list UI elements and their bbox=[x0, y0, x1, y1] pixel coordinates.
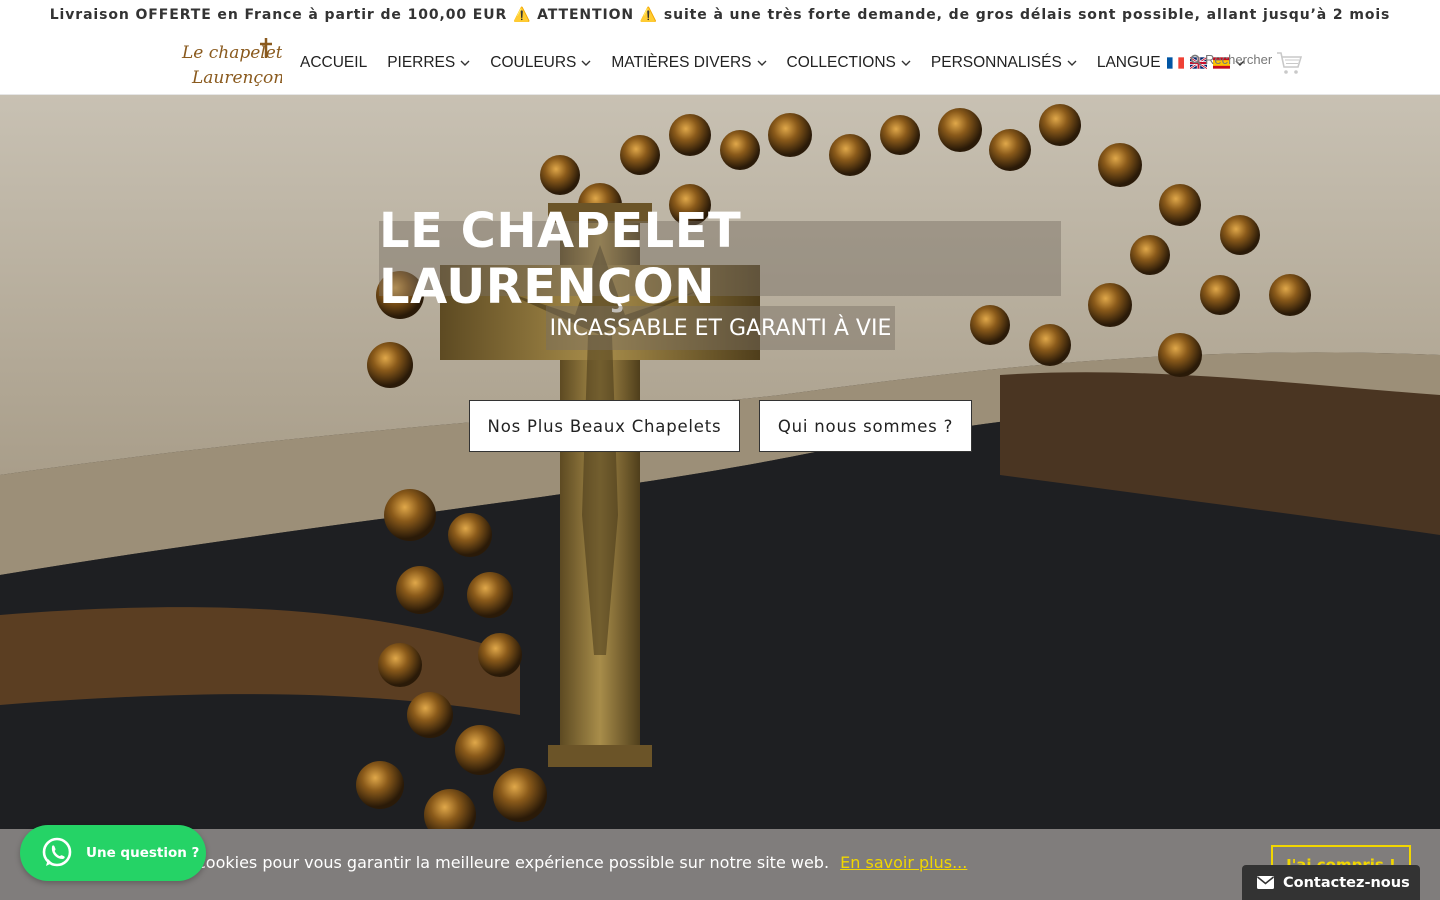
whatsapp-icon bbox=[42, 837, 72, 867]
nav-item-accueil[interactable]: ACCUEIL bbox=[300, 54, 367, 72]
announcement-bar: Livraison OFFERTE en France à partir de … bbox=[0, 0, 1440, 30]
cookie-message: cookies pour vous garantir la meilleure … bbox=[197, 853, 968, 872]
chevron-down-icon bbox=[901, 60, 911, 66]
chevron-down-icon bbox=[1067, 60, 1077, 66]
envelope-icon bbox=[1257, 876, 1274, 889]
cookie-banner: cookies pour vous garantir la meilleure … bbox=[0, 829, 1440, 900]
chevron-down-icon bbox=[581, 60, 591, 66]
site-header: Le chapelet Laurençon ACCUEIL PIERRES CO… bbox=[0, 30, 1440, 95]
nav-item-pierres[interactable]: PIERRES bbox=[387, 54, 470, 72]
svg-text:Laurençon: Laurençon bbox=[191, 68, 282, 88]
hero-banner: LE CHAPELET LAURENÇON INCASSABLE ET GARA… bbox=[0, 95, 1440, 900]
chevron-down-icon bbox=[757, 60, 766, 66]
cart-icon[interactable] bbox=[1276, 50, 1302, 76]
contact-us-label: Contactez-nous bbox=[1283, 874, 1410, 891]
whatsapp-chat-button[interactable]: Une question ? bbox=[20, 825, 206, 881]
announcement-text: Livraison OFFERTE en France à partir de … bbox=[49, 7, 1391, 23]
cookie-learn-more-link[interactable]: En savoir plus... bbox=[840, 853, 967, 872]
nav-item-matieres-divers[interactable]: MATIÈRES DIVERS bbox=[611, 54, 766, 72]
nav-item-couleurs[interactable]: COULEURS bbox=[490, 54, 591, 72]
about-us-button[interactable]: Qui nous sommes ? bbox=[759, 400, 972, 452]
hero-subtitle: INCASSABLE ET GARANTI À VIE bbox=[546, 306, 895, 350]
site-logo[interactable]: Le chapelet Laurençon bbox=[178, 36, 284, 90]
hero-title: LE CHAPELET LAURENÇON bbox=[379, 203, 1061, 315]
nav-item-personnalises[interactable]: PERSONNALISÉS bbox=[931, 54, 1077, 72]
search-icon bbox=[1190, 54, 1202, 66]
nav-item-collections[interactable]: COLLECTIONS bbox=[787, 54, 911, 72]
whatsapp-label: Une question ? bbox=[86, 845, 200, 861]
chevron-down-icon bbox=[460, 60, 470, 66]
main-nav: ACCUEIL PIERRES COULEURS MATIÈRES DIVERS… bbox=[300, 30, 1265, 95]
flag-france-icon bbox=[1166, 56, 1184, 69]
search-button[interactable]: Rechercher bbox=[1190, 52, 1272, 67]
best-rosaries-button[interactable]: Nos Plus Beaux Chapelets bbox=[469, 400, 740, 452]
contact-us-tab[interactable]: Contactez-nous bbox=[1242, 865, 1420, 900]
